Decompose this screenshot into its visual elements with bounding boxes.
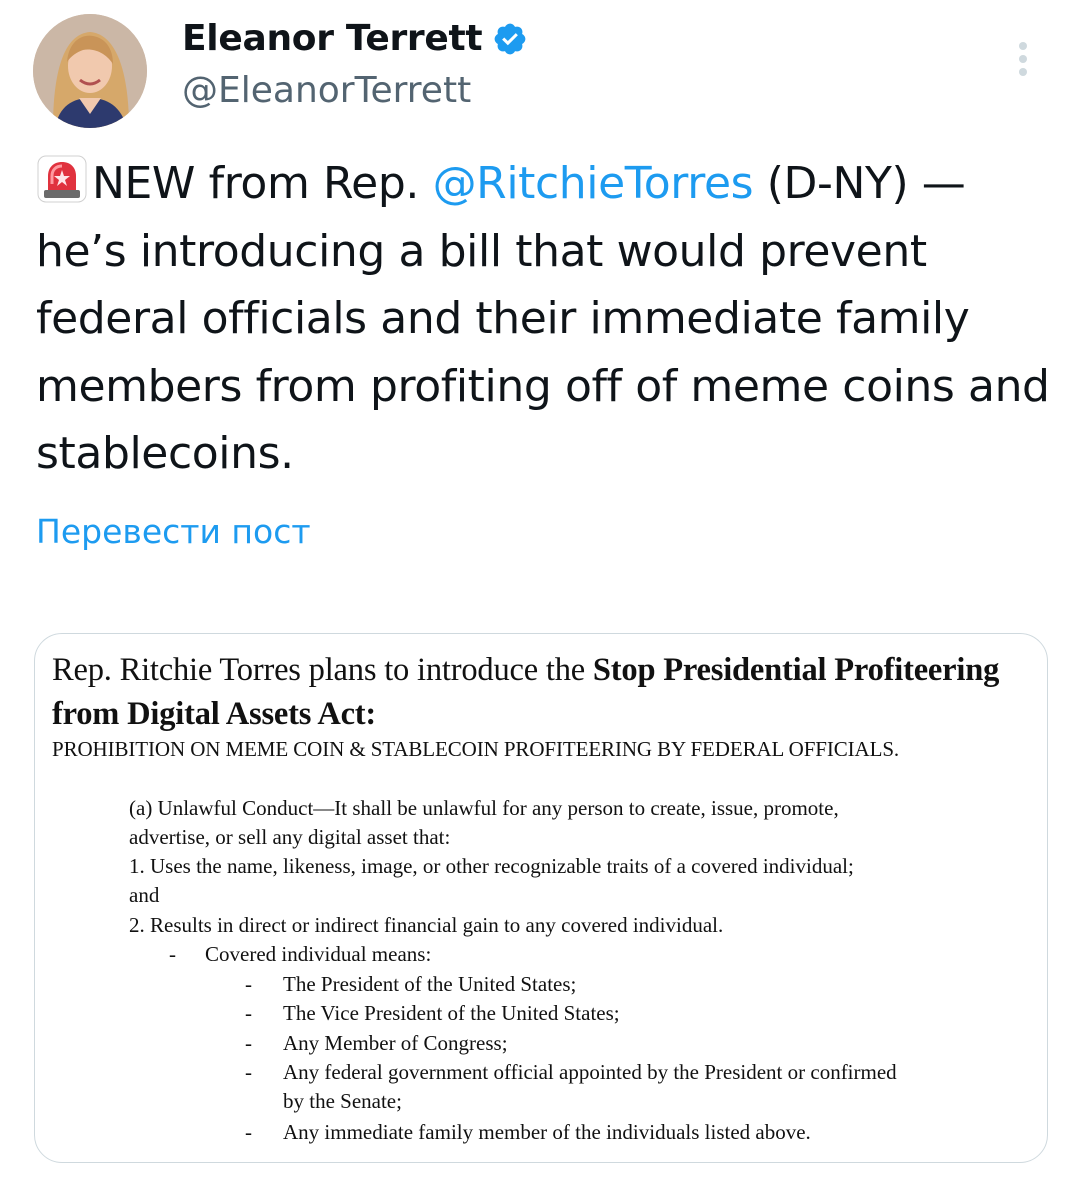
list-dash: - <box>245 1031 252 1055</box>
more-options-icon[interactable] <box>1010 40 1036 82</box>
covered-item-vice-president: The Vice President of the United States; <box>283 1001 620 1025</box>
document-section-title: PROHIBITION ON MEME COIN & STABLECOIN PR… <box>52 737 900 761</box>
author-handle[interactable]: @EleanorTerrett <box>182 70 471 111</box>
para-a-line2: advertise, or sell any digital asset tha… <box>129 825 451 849</box>
list-dash: - <box>245 1120 252 1144</box>
list-dash: - <box>169 942 176 966</box>
covered-item-congress: Any Member of Congress; <box>283 1031 508 1055</box>
covered-item-appointed-official-cont: by the Senate; <box>283 1089 402 1113</box>
translate-post-link[interactable]: Перевести пост <box>36 512 311 551</box>
item-1-line1: 1. Uses the name, likeness, image, or ot… <box>129 854 854 878</box>
author-display-name[interactable]: Eleanor Terrett <box>182 18 483 59</box>
document-headline-plain: Rep. Ritchie Torres plans to introduce t… <box>52 652 593 688</box>
list-dash: - <box>245 972 252 996</box>
covered-individual-label: Covered individual means: <box>205 942 432 966</box>
para-a-line1: (a) Unlawful Conduct—It shall be unlawfu… <box>129 796 839 820</box>
author-name-row: Eleanor Terrett <box>182 18 528 59</box>
covered-item-president: The President of the United States; <box>283 972 577 996</box>
document-image: Rep. Ritchie Torres plans to introduce t… <box>35 634 1047 1162</box>
tweet-text-lead: NEW from Rep. <box>92 158 433 209</box>
tweet-text: NEW from Rep. @RitchieTorres (D-NY) — he… <box>36 150 1056 488</box>
verified-badge-icon <box>494 23 526 54</box>
covered-item-family: Any immediate family member of the indiv… <box>283 1120 811 1144</box>
tweet-image-card[interactable]: Rep. Ritchie Torres plans to introduce t… <box>34 633 1048 1163</box>
covered-item-appointed-official: Any federal government official appointe… <box>283 1060 897 1084</box>
list-dash: - <box>245 1001 252 1025</box>
list-dash: - <box>245 1060 252 1084</box>
rotating-light-icon <box>37 155 87 203</box>
avatar-image <box>33 14 147 128</box>
document-headline: Rep. Ritchie Torres plans to introduce t… <box>52 648 1037 736</box>
item-2: 2. Results in direct or indirect financi… <box>129 913 724 937</box>
avatar[interactable] <box>33 14 147 128</box>
mention-link[interactable]: @RitchieTorres <box>433 158 754 209</box>
item-1-line2: and <box>129 883 160 907</box>
